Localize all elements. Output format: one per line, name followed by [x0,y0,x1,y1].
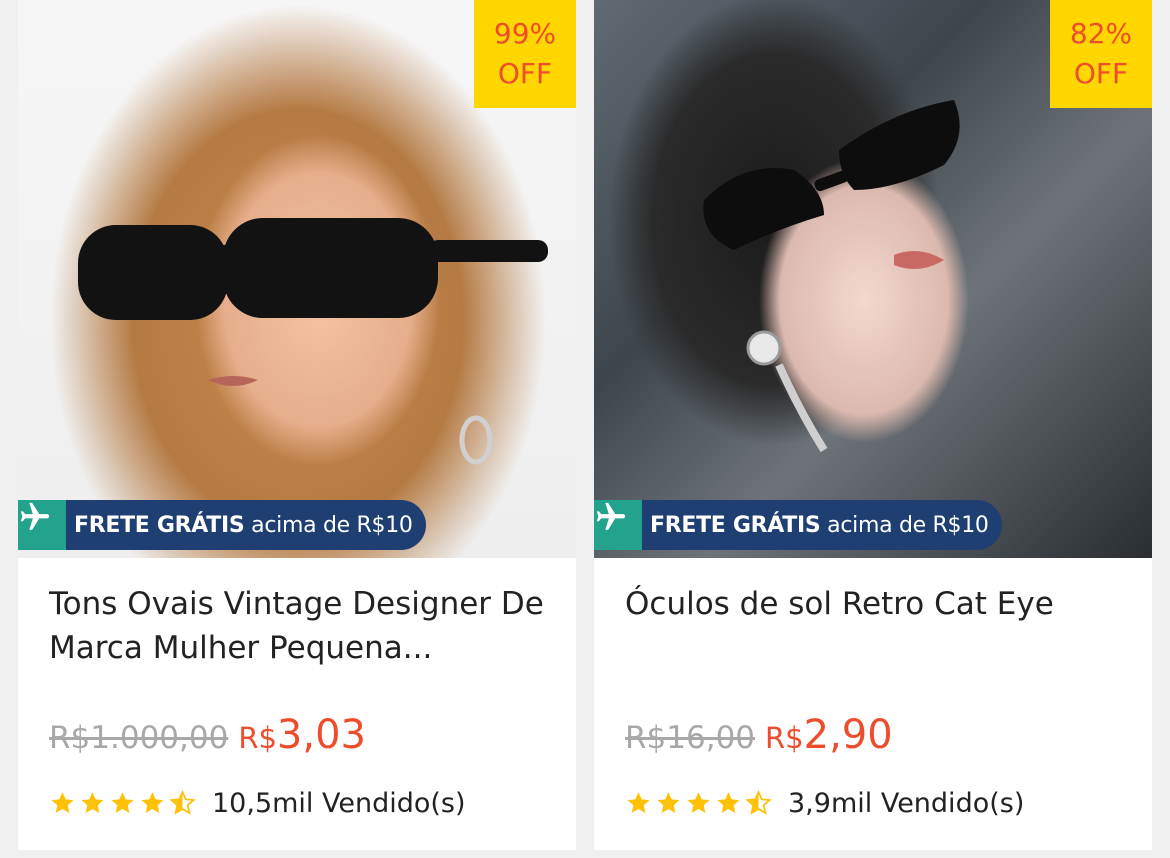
currency-symbol: R$ [765,721,804,755]
star-half-icon [745,790,772,815]
star-rating [49,790,196,817]
discount-badge: 99% OFF [474,0,576,108]
sale-price: 2,90 [803,712,893,758]
discount-badge: 82% OFF [1050,0,1152,108]
product-image[interactable]: 99% OFF FRETE GRÁTIS acima de R$10 [18,0,576,558]
star-half-icon [169,790,196,815]
discount-off-label: OFF [497,57,553,90]
free-shipping-text: FRETE GRÁTIS acima de R$10 [650,513,989,538]
price-row: R$16,00 R$ 2,90 [625,712,893,758]
free-shipping-label: FRETE GRÁTIS [650,512,821,538]
discount-off-label: OFF [1073,57,1129,90]
star-icon [657,792,680,813]
product-card[interactable]: 82% OFF FRETE GRÁTIS acima de R$10 Óculo… [594,0,1152,850]
airplane-icon [18,500,66,550]
product-title[interactable]: Óculos de sol Retro Cat Eye [625,582,1125,626]
original-price: R$1.000,00 [49,720,229,756]
star-rating [625,790,772,817]
free-shipping-condition: acima de R$10 [251,512,413,538]
product-grid: 99% OFF FRETE GRÁTIS acima de R$10 Tons … [0,0,1170,858]
sold-count: 3,9mil Vendido(s) [788,788,1025,819]
rating-row: 3,9mil Vendido(s) [625,788,1024,819]
free-shipping-banner: FRETE GRÁTIS acima de R$10 [18,500,426,550]
star-icon [81,792,104,813]
star-icon [51,792,74,813]
star-icon [111,792,134,813]
sale-price: 3,03 [276,712,366,758]
star-icon [717,792,740,813]
product-title[interactable]: Tons Ovais Vintage Designer De Marca Mul… [49,582,549,670]
free-shipping-text: FRETE GRÁTIS acima de R$10 [74,513,413,538]
star-icon [627,792,650,813]
rating-row: 10,5mil Vendido(s) [49,788,466,819]
discount-percent: 82% [1069,17,1133,50]
currency-symbol: R$ [238,721,277,755]
sold-count: 10,5mil Vendido(s) [212,788,466,819]
product-card[interactable]: 99% OFF FRETE GRÁTIS acima de R$10 Tons … [18,0,576,850]
free-shipping-condition: acima de R$10 [827,512,989,538]
discount-percent: 99% [493,17,557,50]
star-icon [687,792,710,813]
airplane-icon [594,500,642,550]
price-row: R$1.000,00 R$ 3,03 [49,712,366,758]
product-image[interactable]: 82% OFF FRETE GRÁTIS acima de R$10 [594,0,1152,558]
star-icon [141,792,164,813]
original-price: R$16,00 [625,720,756,756]
free-shipping-label: FRETE GRÁTIS [74,512,245,538]
free-shipping-banner: FRETE GRÁTIS acima de R$10 [594,500,1002,550]
